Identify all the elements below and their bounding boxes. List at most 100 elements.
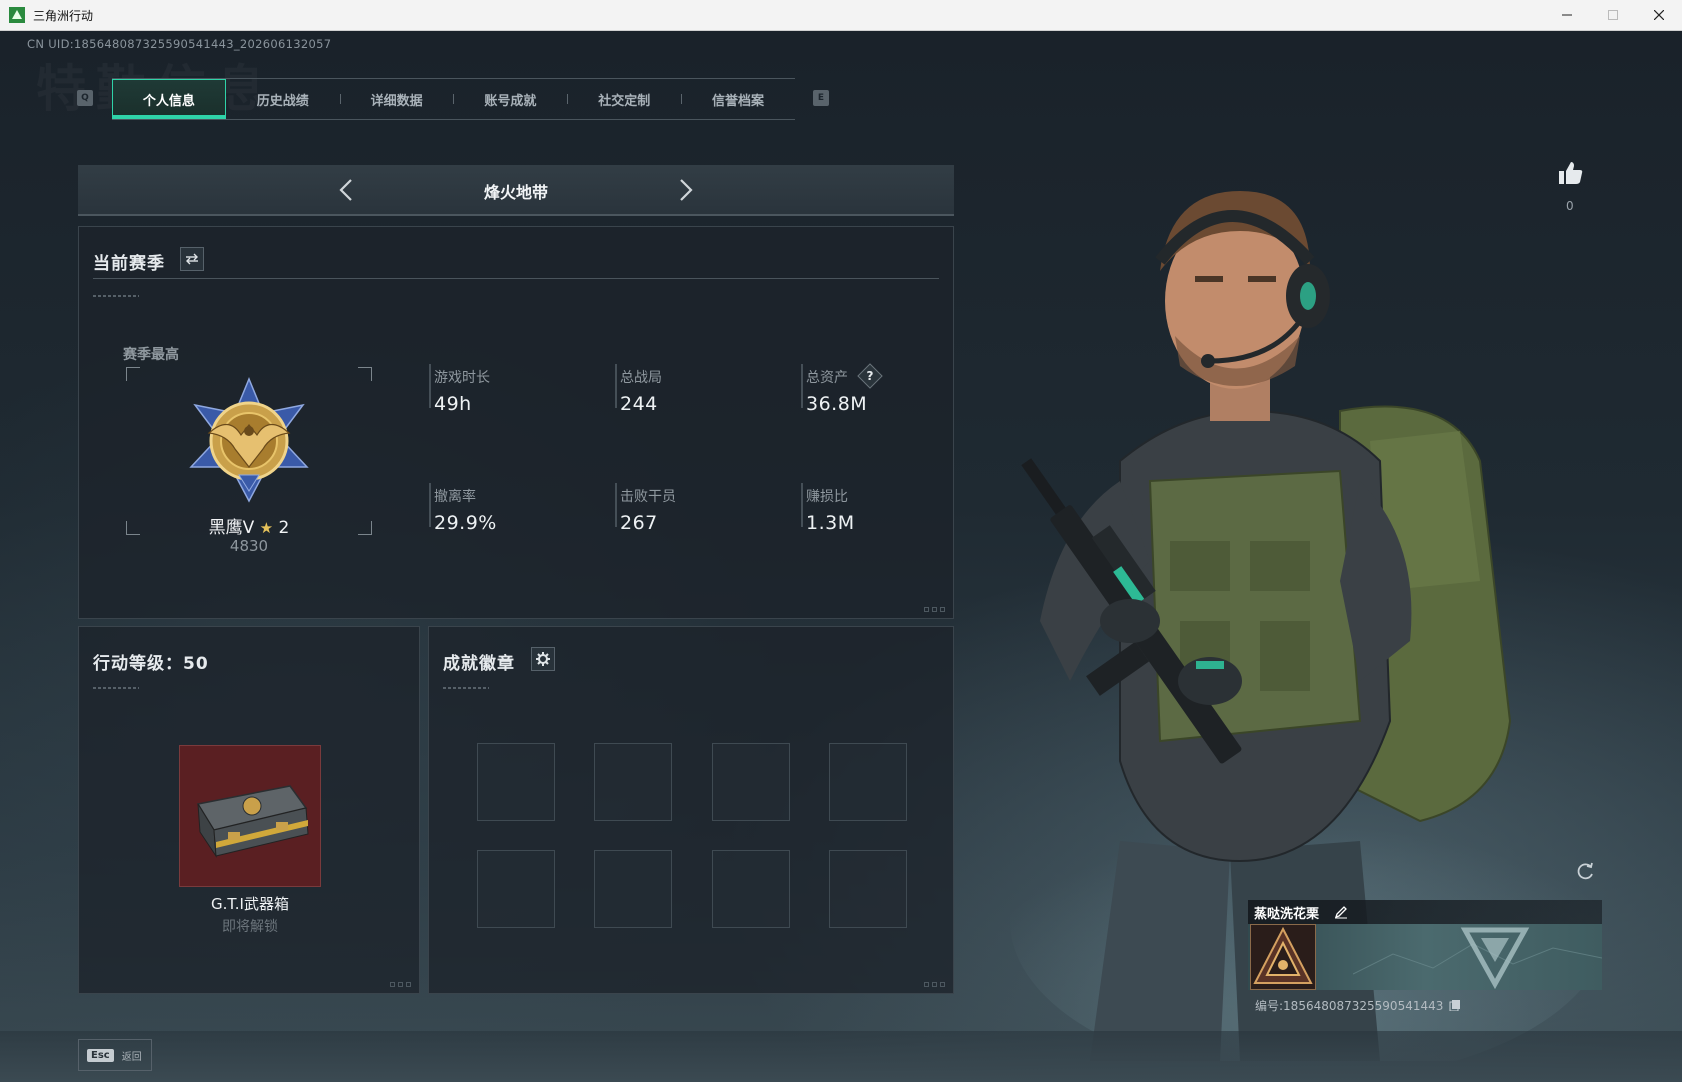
corner-decor: [390, 982, 411, 987]
tab-label: 详细数据: [370, 93, 423, 109]
frame-corner: [358, 521, 372, 535]
tab-next-key-hint[interactable]: E: [813, 90, 829, 106]
back-button[interactable]: Esc 返回: [78, 1039, 152, 1071]
stat-tick: [801, 364, 803, 408]
stat-tick: [801, 483, 803, 527]
esc-key-hint: Esc: [87, 1048, 114, 1062]
stat-tick: [615, 483, 617, 527]
app-logo-icon: [9, 7, 25, 23]
frame-corner: [126, 521, 140, 535]
player-name: 蒸哒洗花栗: [1254, 907, 1320, 922]
player-avatar[interactable]: [1250, 924, 1316, 990]
stat-label-total-matches: 总战局: [620, 370, 662, 386]
player-id-row: 编号:185648087325590541443: [1255, 997, 1461, 1014]
badge-slot[interactable]: [712, 850, 790, 928]
badge-slot[interactable]: [829, 850, 907, 928]
close-icon: [1654, 10, 1664, 20]
corner-decor: [924, 982, 945, 987]
decor-dash: [93, 687, 139, 689]
badge-slot[interactable]: [477, 743, 555, 821]
maximize-button[interactable]: [1590, 0, 1636, 31]
stat-tick: [615, 364, 617, 408]
frame-corner: [126, 367, 140, 381]
current-season-panel: 当前赛季 赛季最高 黑鹰V ★ 2 4830 游戏时长 49h 总战局 244 …: [78, 226, 954, 619]
rank-stars: 2: [278, 518, 290, 538]
like-count: 0: [1566, 199, 1574, 213]
badge-slot[interactable]: [712, 743, 790, 821]
stat-value-kills: 267: [620, 512, 658, 534]
tab-achievements[interactable]: 账号成就: [453, 79, 567, 119]
swap-icon: [186, 253, 198, 265]
stat-label-extract-rate: 撤离率: [434, 489, 476, 505]
minimize-icon: [1562, 14, 1572, 16]
rank-score: 4830: [229, 537, 269, 555]
mode-title: 烽火地带: [483, 183, 548, 202]
achievement-badges-panel: 成就徽章: [428, 626, 954, 994]
mode-next-arrow-icon[interactable]: [672, 177, 698, 203]
window-controls: [1544, 0, 1682, 31]
maximize-icon: [1608, 10, 1618, 20]
stat-value-profit-ratio: 1.3M: [806, 512, 855, 534]
tab-social-custom[interactable]: 社交定制: [567, 79, 681, 119]
season-header: 当前赛季: [93, 254, 165, 274]
reward-item-card[interactable]: [179, 745, 321, 887]
mode-selector: 烽火地带: [78, 165, 954, 216]
badge-slot[interactable]: [594, 850, 672, 928]
game-viewport: 特勤信息 CN UID:185648087325590541443_202606…: [0, 31, 1682, 1082]
divider: [93, 278, 939, 279]
rank-name: 黑鹰V: [208, 518, 255, 538]
stat-value-extract-rate: 29.9%: [434, 512, 497, 534]
thumbs-up-icon[interactable]: [1556, 159, 1584, 187]
stat-tick: [429, 483, 431, 527]
stat-value-total-matches: 244: [620, 393, 658, 415]
tab-prev-key-hint[interactable]: Q: [77, 90, 93, 106]
tab-match-history[interactable]: 历史战绩: [226, 79, 340, 119]
tab-detailed-stats[interactable]: 详细数据: [339, 79, 454, 119]
achievement-header: 成就徽章: [443, 654, 515, 674]
season-best-label: 赛季最高: [123, 347, 179, 363]
edit-pencil-icon[interactable]: [1334, 905, 1348, 919]
minimize-button[interactable]: [1544, 0, 1590, 31]
reward-name: G.T.I武器箱: [211, 895, 289, 913]
stat-label-total-assets: 总资产: [806, 370, 848, 386]
stat-label-playtime: 游戏时长: [434, 370, 490, 386]
close-button[interactable]: [1636, 0, 1682, 31]
tab-personal-info[interactable]: 个人信息: [112, 79, 226, 119]
action-level-panel: 行动等级：50 G.T.I武器箱 即将解锁: [78, 626, 420, 994]
frame-corner: [358, 367, 372, 381]
tab-bar: 个人信息 历史战绩 详细数据 账号成就 社交定制 信誉档案: [112, 78, 795, 120]
player-name-bar: 蒸哒洗花栗: [1248, 900, 1602, 924]
stat-label-kills: 击败干员: [620, 489, 676, 505]
tab-label: 账号成就: [484, 93, 537, 109]
rank-triangle-avatar-icon: [1253, 926, 1313, 984]
decor-dash: [443, 687, 489, 689]
rank-name-row: 黑鹰V ★ 2: [179, 513, 319, 538]
stat-value-playtime: 49h: [434, 393, 472, 415]
corner-decor: [924, 607, 945, 612]
reward-status: 即将解锁: [222, 919, 278, 935]
badge-slot[interactable]: [829, 743, 907, 821]
help-icon: ?: [866, 369, 874, 383]
window-title: 三角洲行动: [33, 8, 94, 23]
season-switch-button[interactable]: [180, 247, 204, 271]
stat-tick: [429, 364, 431, 408]
back-label: 返回: [121, 1051, 142, 1063]
tab-credit-record[interactable]: 信誉档案: [681, 79, 795, 119]
star-icon: ★: [259, 519, 274, 537]
gear-icon: [536, 652, 550, 666]
badge-slot[interactable]: [477, 850, 555, 928]
decor-dash: [93, 295, 139, 297]
tab-label: 社交定制: [598, 93, 651, 109]
rank-badge-icon: [189, 377, 309, 503]
achievement-settings-button[interactable]: [531, 647, 555, 671]
weapon-case-icon: [196, 785, 309, 858]
refresh-icon[interactable]: [1574, 861, 1596, 883]
tab-label: 信誉档案: [712, 93, 765, 109]
copy-icon[interactable]: [1449, 999, 1461, 1012]
action-level-header: 行动等级：50: [93, 654, 209, 674]
player-uid: CN UID:185648087325590541443_20260613205…: [27, 37, 332, 51]
banner-emblem-icon: [1353, 927, 1602, 990]
badge-slot[interactable]: [594, 743, 672, 821]
stat-value-total-assets: 36.8M: [806, 393, 868, 415]
tab-label: 历史战绩: [256, 93, 309, 109]
